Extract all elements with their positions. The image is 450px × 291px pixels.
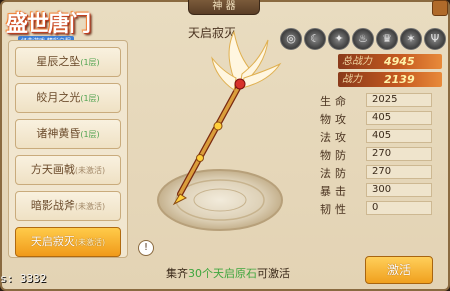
sidebar-item-6[interactable]: 天启寂灭(未激活) — [15, 227, 121, 257]
sidebar-item-1[interactable]: 星辰之坠(1层) — [15, 47, 121, 77]
stat-name: 暴击 — [320, 185, 350, 198]
sidebar-item-label: 皎月之光 — [36, 91, 81, 104]
stat-name: 物防 — [320, 149, 350, 162]
wolf-icon[interactable]: ✶ — [400, 28, 422, 50]
total-power: 总战力 4945 — [338, 54, 442, 69]
stat-value: 0 — [366, 201, 432, 215]
sidebar-item-status: (1层) — [80, 58, 100, 67]
stat-row: 物防 270 — [320, 146, 440, 163]
stat-row: 物攻 405 — [320, 110, 440, 127]
sidebar-item-status: (未激活) — [74, 202, 106, 211]
sidebar-item-3[interactable]: 诸神黄昏(1层) — [15, 119, 121, 149]
combat-power-label: 战力 — [342, 74, 362, 85]
trident-icon[interactable]: Ψ — [424, 28, 446, 50]
wing-icon[interactable]: ✦ — [328, 28, 350, 50]
requirement-prefix: 集齐 — [166, 267, 188, 280]
crescent-icon[interactable]: ☾ — [304, 28, 326, 50]
stat-row: 法攻 405 — [320, 128, 440, 145]
requirement-suffix: 可激活 — [257, 267, 290, 280]
total-power-value: 4945 — [384, 55, 415, 68]
window-title: 神 器 — [188, 0, 260, 15]
sidebar-item-label: 暗影战斧 — [30, 199, 75, 212]
stat-value: 270 — [366, 147, 432, 161]
sidebar-item-5[interactable]: 暗影战斧(未激活) — [15, 191, 121, 221]
stat-value: 300 — [366, 183, 432, 197]
sidebar-item-label: 诸神黄昏 — [36, 127, 81, 140]
sidebar-item-label: 天启寂灭 — [30, 235, 75, 248]
sidebar-item-label: 星辰之坠 — [36, 55, 81, 68]
total-power-label: 总战力 — [342, 56, 372, 67]
artifact-list: 星辰之坠(1层) 皎月之光(1层) 诸神黄昏(1层) 方天画戟(未激活) 暗影战… — [8, 40, 128, 258]
stat-name: 生命 — [320, 95, 350, 108]
stat-row: 暴击 300 — [320, 182, 440, 199]
logo-title: 盛世唐门 — [6, 12, 91, 37]
sidebar-item-status: (1层) — [80, 130, 100, 139]
combat-power-value: 2139 — [384, 73, 415, 86]
sidebar-item-status: (未激活) — [74, 166, 106, 175]
stat-name: 物攻 — [320, 113, 350, 126]
info-button[interactable]: ! — [138, 240, 154, 256]
sidebar-item-status: (1层) — [80, 94, 100, 103]
stat-row: 韧性 0 — [320, 200, 440, 217]
stat-row: 生命 2025 — [320, 92, 440, 109]
stat-value: 2025 — [366, 93, 432, 107]
stat-name: 韧性 — [320, 203, 350, 216]
stat-row: 法防 270 — [320, 164, 440, 181]
sidebar-item-status: (未激活) — [74, 238, 106, 247]
stat-value: 405 — [366, 129, 432, 143]
spiral-icon[interactable]: ◎ — [280, 28, 302, 50]
sidebar-item-2[interactable]: 皎月之光(1层) — [15, 83, 121, 113]
combat-power: 战力 2139 — [338, 72, 442, 87]
weapon-preview — [157, 30, 283, 231]
power-panel: 总战力 4945 战力 2139 — [338, 54, 442, 88]
requirement-count: 30个天启原石 — [188, 267, 257, 280]
stat-name: 法攻 — [320, 131, 350, 144]
stat-value: 405 — [366, 111, 432, 125]
sidebar-item-label: 方天画戟 — [30, 163, 75, 176]
flame-icon[interactable]: ♨ — [352, 28, 374, 50]
activation-requirement: 集齐30个天启原石可激活 — [166, 265, 290, 281]
stat-name: 法防 — [320, 167, 350, 180]
sidebar-item-4[interactable]: 方天画戟(未激活) — [15, 155, 121, 185]
close-button[interactable] — [432, 0, 448, 16]
crown-icon[interactable]: ♛ — [376, 28, 398, 50]
activate-button[interactable]: 激活 — [365, 256, 433, 284]
stat-value: 270 — [366, 165, 432, 179]
fps-counter: s: 3332 — [0, 272, 47, 285]
